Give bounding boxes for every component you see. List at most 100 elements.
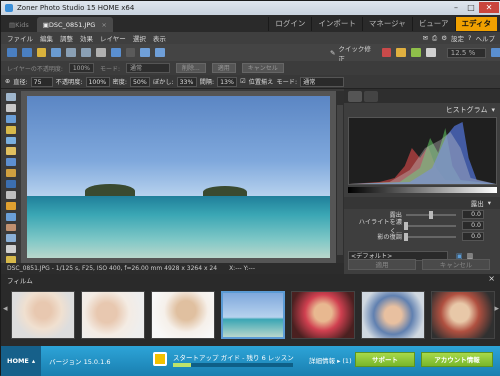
thumbnail[interactable]: [291, 291, 355, 339]
zoom-field[interactable]: 12.5 %: [446, 47, 487, 58]
crop-icon[interactable]: [6, 125, 16, 134]
thumbnail[interactable]: [81, 291, 145, 339]
thumbnail[interactable]: [11, 291, 75, 339]
filmstrip-close-icon[interactable]: ×: [488, 274, 495, 283]
slider-knob[interactable]: [404, 221, 408, 230]
canvas-scrollbar[interactable]: [336, 91, 344, 263]
apply-layer-button[interactable]: 適用: [211, 63, 236, 73]
split-view-icon[interactable]: [155, 48, 165, 57]
save-icon[interactable]: [51, 48, 62, 57]
cancel-layer-button[interactable]: キャンセル: [241, 63, 284, 73]
delete-button[interactable]: 削除...: [176, 63, 206, 73]
slider-knob[interactable]: [429, 210, 433, 219]
thumbnail[interactable]: [431, 291, 495, 339]
menu-effects[interactable]: 効果: [80, 33, 93, 43]
layer-opacity-field[interactable]: 100%: [68, 63, 94, 73]
tab-dsc-0851[interactable]: ▣ DSC_0851.JPG ×: [36, 17, 113, 32]
highlights-value[interactable]: 0.0: [462, 221, 484, 230]
retouch-icon[interactable]: [6, 190, 16, 199]
open-folder-icon[interactable]: [36, 48, 47, 57]
levels-icon[interactable]: [396, 48, 407, 57]
redo-icon[interactable]: [125, 48, 136, 57]
adjust-tab-icon[interactable]: [348, 91, 362, 102]
menu-select[interactable]: 選択: [133, 33, 146, 43]
eraser-icon[interactable]: [6, 223, 16, 232]
forward-icon[interactable]: [21, 48, 32, 57]
print-toolbar-icon[interactable]: [95, 48, 106, 57]
undo-icon[interactable]: [110, 48, 121, 57]
tab-close-icon[interactable]: ×: [101, 21, 106, 29]
color-picker-icon[interactable]: [6, 245, 16, 254]
window-title: Zoner Photo Studio 15 HOME x64: [17, 4, 135, 12]
cancel-button[interactable]: キャンセル: [422, 259, 490, 270]
scroll-thumb[interactable]: [337, 105, 343, 255]
exposure-value[interactable]: 0.0: [462, 210, 484, 219]
menu-layer[interactable]: レイヤー: [100, 33, 126, 43]
thumbnail-selected[interactable]: [221, 291, 285, 339]
histogram-header[interactable]: ヒストグラム ▾: [344, 103, 500, 117]
lasso-icon[interactable]: [6, 147, 16, 156]
close-button[interactable]: ✕: [479, 2, 499, 13]
menu-file[interactable]: ファイル: [7, 33, 33, 43]
exposure-slider[interactable]: [406, 210, 456, 219]
highlights-slider[interactable]: [404, 221, 456, 230]
account-info-button[interactable]: アカウント情報: [421, 352, 493, 367]
color-icon[interactable]: [381, 48, 392, 57]
redeye-icon[interactable]: [6, 180, 16, 188]
zoom-icon[interactable]: [6, 93, 16, 101]
info-tab-icon[interactable]: [364, 91, 378, 102]
spacing-field[interactable]: 13%: [217, 76, 238, 87]
minimize-button[interactable]: –: [449, 2, 463, 13]
menu-edit[interactable]: 編集: [40, 33, 53, 43]
layer-mode-select[interactable]: 通常: [126, 63, 171, 73]
align-checkbox[interactable]: ☑: [240, 78, 246, 85]
opacity-field[interactable]: 100%: [85, 76, 110, 87]
brush-icon[interactable]: [6, 201, 16, 210]
slider-knob[interactable]: [404, 232, 408, 241]
exposure-section[interactable]: 露出 ▾: [344, 197, 500, 209]
hand-icon[interactable]: [6, 114, 16, 123]
settings-link[interactable]: 設定: [451, 33, 464, 43]
move-icon[interactable]: [6, 103, 16, 112]
back-icon[interactable]: [7, 48, 17, 57]
tab-kids[interactable]: ▤ Kids: [3, 17, 35, 32]
mode-viewer[interactable]: ビューア: [411, 17, 455, 31]
brush-mode-select[interactable]: 通常: [300, 76, 345, 87]
select-icon[interactable]: [6, 136, 16, 145]
shadows-value[interactable]: 0.0: [462, 232, 484, 241]
shadows-slider[interactable]: [404, 232, 456, 241]
sharpen-icon[interactable]: [425, 48, 436, 57]
home-button[interactable]: HOME ▴: [1, 346, 42, 376]
mail-icon[interactable]: ✉: [423, 34, 428, 42]
text-icon[interactable]: [6, 169, 16, 177]
paste-icon[interactable]: [81, 48, 91, 57]
mode-editor[interactable]: エディタ: [454, 17, 497, 31]
clone-icon[interactable]: [6, 212, 16, 221]
blur-field[interactable]: 33%: [176, 76, 197, 87]
image-canvas[interactable]: [21, 91, 336, 263]
gradient-icon[interactable]: [6, 234, 16, 243]
curves-icon[interactable]: [411, 48, 421, 57]
apply-button[interactable]: 適用: [348, 259, 416, 270]
menu-adjust[interactable]: 調整: [60, 33, 73, 43]
print-icon[interactable]: ⎙: [432, 34, 437, 43]
copy-icon[interactable]: [66, 48, 77, 57]
fit-icon[interactable]: [491, 48, 500, 57]
maximize-button[interactable]: □: [464, 2, 478, 13]
density-field[interactable]: 50%: [129, 76, 150, 87]
diameter-field[interactable]: 75: [30, 76, 53, 87]
startup-guide-link[interactable]: スタートアップ ガイド - 残り 6 レッスン: [173, 352, 294, 362]
support-button[interactable]: サポート: [355, 352, 415, 367]
mode-manager[interactable]: マネージャ: [361, 17, 412, 31]
filmstrip-next-icon[interactable]: ▸: [494, 304, 499, 314]
mode-import[interactable]: インポート: [311, 17, 362, 31]
menu-view[interactable]: 表示: [153, 33, 166, 43]
straighten-icon[interactable]: [6, 158, 16, 167]
quick-fix-button[interactable]: ✎ クイック修正: [330, 43, 377, 63]
thumbnail[interactable]: [361, 291, 425, 339]
details-link[interactable]: 詳細情報 ▸ (1): [309, 355, 352, 365]
mode-login[interactable]: ログイン: [268, 17, 311, 31]
compare-icon[interactable]: [140, 48, 151, 57]
help-link[interactable]: ヘルプ: [476, 33, 496, 43]
thumbnail[interactable]: [151, 291, 215, 339]
